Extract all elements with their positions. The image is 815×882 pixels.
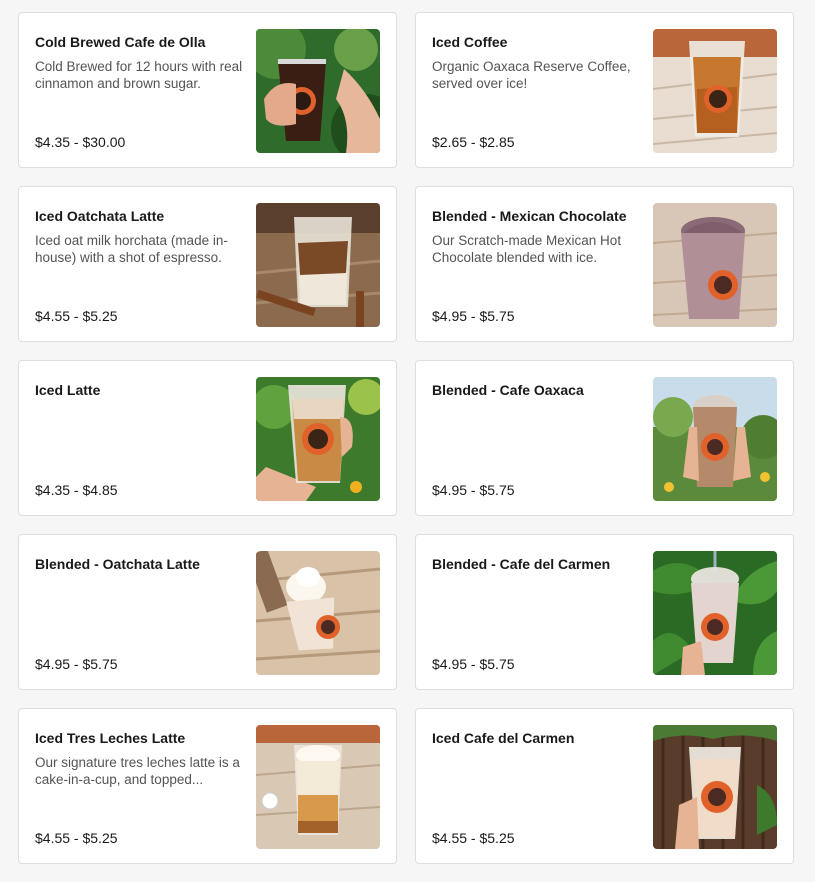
item-description: Organic Oaxaca Reserve Coffee, served ov… bbox=[432, 59, 631, 91]
iced-latte-photo bbox=[256, 377, 380, 501]
menu-item-card[interactable]: Iced Coffee Organic Oaxaca Reserve Coffe… bbox=[415, 12, 794, 168]
menu-grid: Cold Brewed Cafe de Olla Cold Brewed for… bbox=[0, 0, 815, 882]
item-name: Blended - Oatchata Latte bbox=[35, 556, 200, 572]
menu-item-card[interactable]: Blended - Cafe del Carmen $4.95 - $5.75 bbox=[415, 534, 794, 690]
item-price: $4.95 - $5.75 bbox=[432, 308, 515, 324]
item-description: Iced oat milk horchata (made in-house) w… bbox=[35, 233, 228, 265]
blended-cafe-del-carmen-photo bbox=[653, 551, 777, 675]
tres-leches-photo bbox=[256, 725, 380, 849]
item-description: Cold Brewed for 12 hours with real cinna… bbox=[35, 59, 243, 91]
menu-item-card[interactable]: Iced Cafe del Carmen $4.55 - $5.25 bbox=[415, 708, 794, 864]
menu-item-card[interactable]: Iced Latte $4.35 - $4.85 bbox=[18, 360, 397, 516]
item-description: Our Scratch-made Mexican Hot Chocolate b… bbox=[432, 233, 622, 265]
iced-cafe-del-carmen-photo bbox=[653, 725, 777, 849]
item-name: Blended - Mexican Chocolate bbox=[432, 208, 627, 224]
cold-brew-photo bbox=[256, 29, 380, 153]
menu-item-card[interactable]: Cold Brewed Cafe de Olla Cold Brewed for… bbox=[18, 12, 397, 168]
item-price: $4.55 - $5.25 bbox=[35, 830, 118, 846]
iced-coffee-photo bbox=[653, 29, 777, 153]
item-price: $4.35 - $4.85 bbox=[35, 482, 118, 498]
item-price: $4.35 - $30.00 bbox=[35, 134, 126, 150]
item-name: Cold Brewed Cafe de Olla bbox=[35, 34, 206, 50]
item-name: Iced Coffee bbox=[432, 34, 508, 50]
item-name: Blended - Cafe del Carmen bbox=[432, 556, 611, 572]
item-name: Iced Tres Leches Latte bbox=[35, 730, 186, 746]
oatchata-latte-photo bbox=[256, 203, 380, 327]
item-price: $4.95 - $5.75 bbox=[35, 656, 118, 672]
item-name: Iced Latte bbox=[35, 382, 101, 398]
item-price: $2.65 - $2.85 bbox=[432, 134, 515, 150]
blended-oatchata-photo bbox=[256, 551, 380, 675]
menu-item-card[interactable]: Blended - Mexican Chocolate Our Scratch-… bbox=[415, 186, 794, 342]
item-description: Our signature tres leches latte is a cak… bbox=[35, 755, 240, 787]
blended-chocolate-photo bbox=[653, 203, 777, 327]
item-name: Iced Cafe del Carmen bbox=[432, 730, 575, 746]
item-price: $4.55 - $5.25 bbox=[35, 308, 118, 324]
menu-item-card[interactable]: Blended - Oatchata Latte $4.95 - $5.75 bbox=[18, 534, 397, 690]
item-name: Iced Oatchata Latte bbox=[35, 208, 165, 224]
item-name: Blended - Cafe Oaxaca bbox=[432, 382, 584, 398]
menu-item-card[interactable]: Blended - Cafe Oaxaca $4.95 - $5.75 bbox=[415, 360, 794, 516]
menu-item-card[interactable]: Iced Oatchata Latte Iced oat milk horcha… bbox=[18, 186, 397, 342]
blended-cafe-oaxaca-photo bbox=[653, 377, 777, 501]
menu-item-card[interactable]: Iced Tres Leches Latte Our signature tre… bbox=[18, 708, 397, 864]
item-price: $4.95 - $5.75 bbox=[432, 656, 515, 672]
item-price: $4.95 - $5.75 bbox=[432, 482, 515, 498]
item-price: $4.55 - $5.25 bbox=[432, 830, 515, 846]
